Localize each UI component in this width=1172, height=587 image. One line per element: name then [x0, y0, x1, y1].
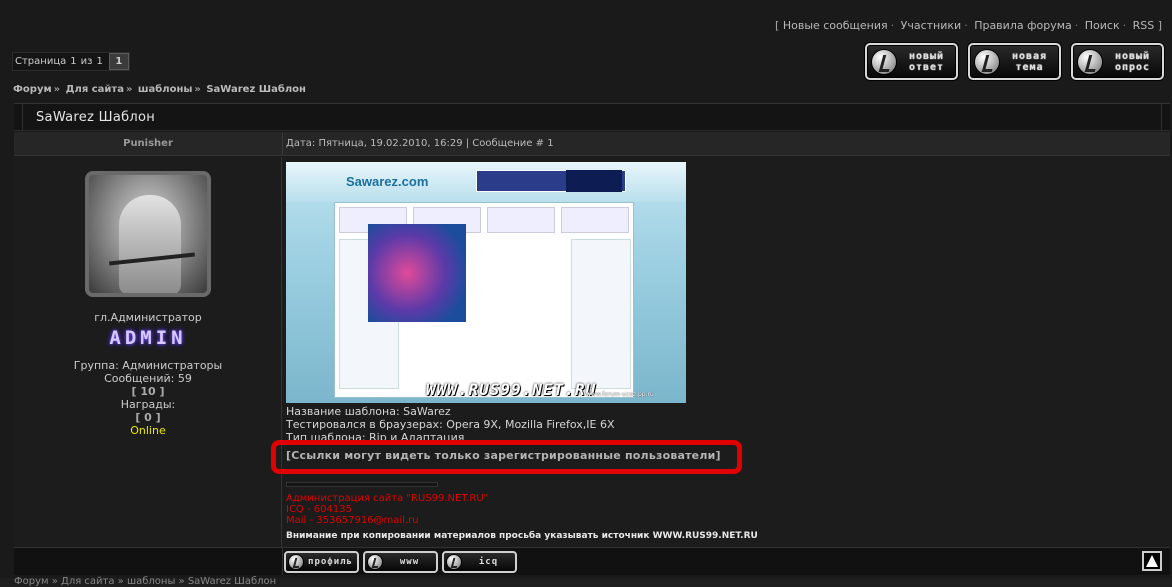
template-screenshot[interactable]: Sawarez.com WWW.RUS99.NET.RU www.forum-u…: [286, 162, 686, 403]
nav-new-messages[interactable]: Новые сообщения: [783, 19, 888, 32]
contact-mail: Mail - 353657916@mail.ru: [286, 515, 419, 526]
post-msg-label: Сообщение #: [472, 138, 545, 149]
contact-site: Администрация сайта "RUS99.NET.RU": [286, 493, 489, 504]
user-info: Группа: Администраторы Сообщений: 59 [ 1…: [14, 359, 282, 437]
logo-icon: [974, 48, 1000, 75]
nav-open-bracket: [: [775, 19, 780, 32]
thread-title-bar: SaWarez Шаблон: [14, 103, 1170, 131]
screenshot-logo: Sawarez.com: [346, 174, 429, 189]
www-button[interactable]: www: [363, 551, 438, 573]
nav-rules[interactable]: Правила форума: [974, 19, 1072, 32]
logo-icon: [446, 554, 462, 570]
post-author[interactable]: Punisher: [14, 138, 282, 149]
breadcrumb: Форум» Для сайта» шаблоны» SaWarez Шабло…: [13, 84, 306, 95]
screenshot-watermark-small: www.forum-ucoz.pp.ru: [586, 391, 654, 398]
nav-search[interactable]: Поиск: [1085, 19, 1120, 32]
user-panel: гл.Администратор ADMIN Группа: Администр…: [14, 157, 282, 547]
user-status: Online: [130, 424, 166, 437]
page-1-button[interactable]: 1: [108, 53, 129, 70]
www-label: www: [399, 557, 420, 567]
action-buttons: новый ответ новая тема новый опрос: [865, 43, 1164, 80]
copy-notice: Внимание при копировании материалов прос…: [286, 531, 758, 541]
album-cover-image: [368, 224, 466, 322]
new-poll-label: новый опрос: [1114, 50, 1151, 73]
post-date: Дата: Пятница, 19.02.2010, 16:29: [286, 138, 463, 149]
template-browsers: Тестировался в браузерах: Opera 9X, Mozi…: [286, 418, 615, 431]
pager-total: 1: [96, 56, 103, 67]
new-reply-button[interactable]: новый ответ: [865, 43, 958, 80]
scroll-top-arrow-icon[interactable]: [1142, 551, 1162, 571]
nav-close-bracket: ]: [1157, 19, 1162, 32]
screenshot-watermark: WWW.RUS99.NET.RU: [426, 380, 597, 399]
contact-icq: ICQ - 604135: [286, 504, 352, 515]
template-description: Название шаблона: SaWarez Тестировался в…: [286, 405, 615, 444]
logo-icon: [1077, 48, 1103, 75]
bottom-breadcrumb-text: Форум » Для сайта » шаблоны » SaWarez Ша…: [14, 576, 277, 587]
profile-button[interactable]: профиль: [284, 551, 359, 573]
breadcrumb-forum[interactable]: Форум: [13, 84, 52, 95]
user-reputation[interactable]: [ 10 ]: [14, 385, 282, 398]
new-topic-button[interactable]: новая тема: [968, 43, 1061, 80]
breadcrumb-current: SaWarez Шаблон: [206, 84, 306, 95]
breadcrumb-for-site[interactable]: Для сайта: [66, 84, 124, 95]
pager-of: из: [80, 56, 93, 67]
pager-label: Страница: [15, 56, 67, 67]
user-awards-label: Награды:: [120, 398, 176, 411]
logo-icon: [871, 48, 897, 75]
thread-title: SaWarez Шаблон: [36, 110, 156, 125]
nav-rss[interactable]: RSS: [1133, 19, 1155, 32]
template-name: Название шаблона: SaWarez: [286, 405, 451, 418]
icq-button[interactable]: icq: [442, 551, 517, 573]
signature-contacts: Администрация сайта "RUS99.NET.RU" ICQ -…: [286, 493, 488, 526]
post-number-link[interactable]: 1: [547, 138, 553, 149]
breadcrumb-templates[interactable]: шаблоны: [138, 84, 193, 95]
bottom-breadcrumb: Форум » Для сайта » шаблоны » SaWarez Ша…: [0, 576, 1172, 587]
pager: Страница 1 из 1 1: [12, 52, 130, 71]
new-reply-label: новый ответ: [908, 50, 945, 73]
new-poll-button[interactable]: новый опрос: [1071, 43, 1164, 80]
signature-divider: [286, 482, 438, 487]
post-body: гл.Администратор ADMIN Группа: Администр…: [14, 157, 1170, 547]
profile-label: профиль: [308, 557, 353, 567]
post-meta: Дата: Пятница, 19.02.2010, 16:29 | Сообщ…: [286, 138, 554, 149]
icq-label: icq: [478, 557, 499, 567]
user-rank: гл.Администратор: [94, 311, 202, 324]
new-topic-label: новая тема: [1011, 50, 1048, 73]
nav-members[interactable]: Участники: [901, 19, 962, 32]
rank-badge: ADMIN: [109, 327, 187, 349]
logo-icon: [288, 554, 304, 570]
post-header: Punisher Дата: Пятница, 19.02.2010, 16:2…: [14, 132, 1170, 156]
pager-current: 1: [70, 56, 77, 67]
top-nav: [ Новые сообщения · Участники · Правила фо…: [775, 19, 1162, 32]
logo-icon: [367, 554, 383, 570]
red-highlight-box: [271, 440, 742, 474]
post-footer: профиль www icq: [14, 547, 1170, 575]
user-awards[interactable]: [ 0 ]: [14, 411, 282, 424]
user-group: Группа: Администраторы: [73, 359, 223, 372]
user-messages: Сообщений: 59: [104, 372, 192, 385]
avatar: [85, 171, 211, 297]
